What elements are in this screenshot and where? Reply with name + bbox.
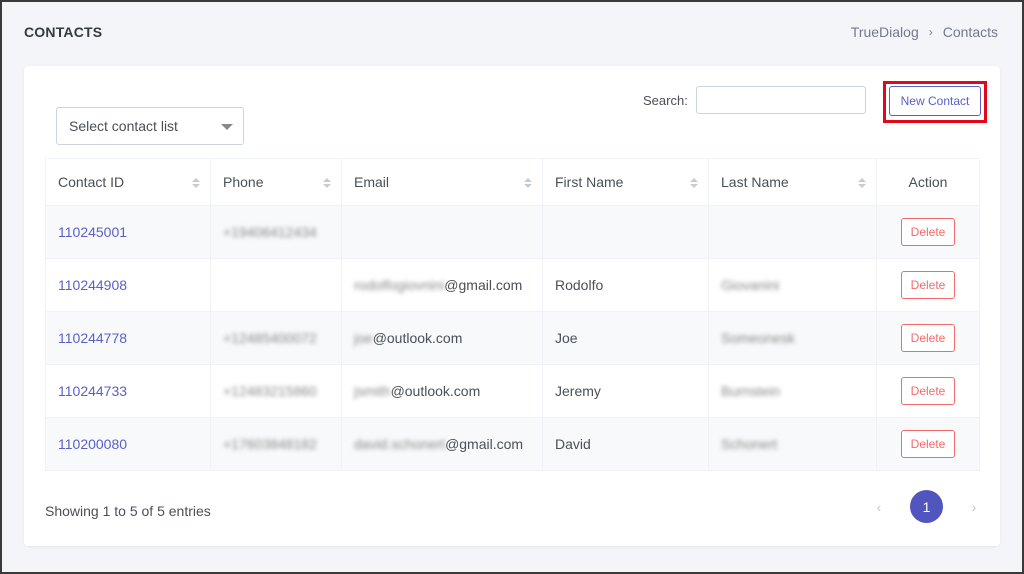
- chevron-down-icon: [221, 124, 233, 130]
- page-header: CONTACTS TrueDialog › Contacts: [24, 22, 998, 42]
- contact-id-link[interactable]: 110244908: [45, 258, 211, 312]
- contacts-card: Select contact list Search: New Contact …: [24, 66, 1000, 546]
- last-name-cell: Giovanini: [708, 258, 877, 312]
- contact-id-link[interactable]: 110245001: [45, 205, 211, 259]
- action-cell: Delete: [876, 258, 980, 312]
- contacts-table: Contact ID Phone Email First Name Last N…: [45, 158, 980, 471]
- action-cell: Delete: [876, 417, 980, 471]
- column-header-first-name[interactable]: First Name: [542, 158, 709, 206]
- sort-icon: [858, 178, 866, 188]
- last-name-cell: [708, 205, 877, 259]
- page-title: CONTACTS: [24, 24, 103, 40]
- column-header-phone[interactable]: Phone: [210, 158, 342, 206]
- delete-button[interactable]: Delete: [901, 377, 955, 405]
- phone-cell: [210, 258, 342, 312]
- previous-page-icon[interactable]: ‹: [869, 499, 889, 515]
- column-header-last-name[interactable]: Last Name: [708, 158, 877, 206]
- last-name-cell: Someonesk: [708, 311, 877, 365]
- breadcrumb-contacts: Contacts: [942, 24, 998, 40]
- phone-cell: +17603848182: [210, 417, 342, 471]
- first-name-cell: Jeremy: [542, 364, 709, 418]
- table-row: 110244908 rodolfogiovnini@gmail.com Rodo…: [45, 258, 980, 312]
- column-header-action: Action: [876, 158, 980, 206]
- email-cell: joe@outlook.com: [341, 311, 543, 365]
- contact-id-link[interactable]: 110244733: [45, 364, 211, 418]
- first-name-cell: Rodolfo: [542, 258, 709, 312]
- new-contact-button[interactable]: New Contact: [889, 86, 981, 116]
- entries-info: Showing 1 to 5 of 5 entries: [45, 503, 211, 519]
- phone-cell: +12485400072: [210, 311, 342, 365]
- breadcrumb-separator: ›: [928, 25, 933, 39]
- first-name-cell: David: [542, 417, 709, 471]
- contact-id-link[interactable]: 110244778: [45, 311, 211, 365]
- action-cell: Delete: [876, 364, 980, 418]
- last-name-cell: Schonert: [708, 417, 877, 471]
- email-cell: [341, 205, 543, 259]
- table-row: 110245001 +19406412434 Delete: [45, 205, 980, 259]
- table-row: 110200080 +17603848182 david.schonert@gm…: [45, 417, 980, 471]
- first-name-cell: Joe: [542, 311, 709, 365]
- delete-button[interactable]: Delete: [901, 271, 955, 299]
- phone-cell: +19406412434: [210, 205, 342, 259]
- last-name-cell: Burnstein: [708, 364, 877, 418]
- sort-icon: [690, 178, 698, 188]
- sort-icon: [192, 178, 200, 188]
- column-header-contact-id[interactable]: Contact ID: [45, 158, 211, 206]
- table-header-row: Contact ID Phone Email First Name Last N…: [45, 158, 980, 206]
- delete-button[interactable]: Delete: [901, 218, 955, 246]
- email-cell: rodolfogiovnini@gmail.com: [341, 258, 543, 312]
- delete-button[interactable]: Delete: [901, 430, 955, 458]
- email-cell: david.schonert@gmail.com: [341, 417, 543, 471]
- phone-cell: +12483215860: [210, 364, 342, 418]
- search-label: Search:: [643, 93, 688, 108]
- search-input[interactable]: [696, 86, 866, 114]
- page-1-button[interactable]: 1: [910, 490, 943, 523]
- first-name-cell: [542, 205, 709, 259]
- table-row: 110244778 +12485400072 joe@outlook.com J…: [45, 311, 980, 365]
- breadcrumb-truedialog[interactable]: TrueDialog: [851, 24, 919, 40]
- contact-id-link[interactable]: 110200080: [45, 417, 211, 471]
- action-cell: Delete: [876, 311, 980, 365]
- breadcrumb: TrueDialog › Contacts: [851, 24, 998, 40]
- email-cell: jsmith@outlook.com: [341, 364, 543, 418]
- action-cell: Delete: [876, 205, 980, 259]
- next-page-icon[interactable]: ›: [964, 499, 984, 515]
- pagination: ‹ 1 ›: [869, 490, 984, 523]
- sort-icon: [524, 178, 532, 188]
- sort-icon: [323, 178, 331, 188]
- contact-list-select-label: Select contact list: [69, 118, 178, 134]
- delete-button[interactable]: Delete: [901, 324, 955, 352]
- column-header-email[interactable]: Email: [341, 158, 543, 206]
- table-row: 110244733 +12483215860 jsmith@outlook.co…: [45, 364, 980, 418]
- contact-list-select[interactable]: Select contact list: [56, 107, 244, 145]
